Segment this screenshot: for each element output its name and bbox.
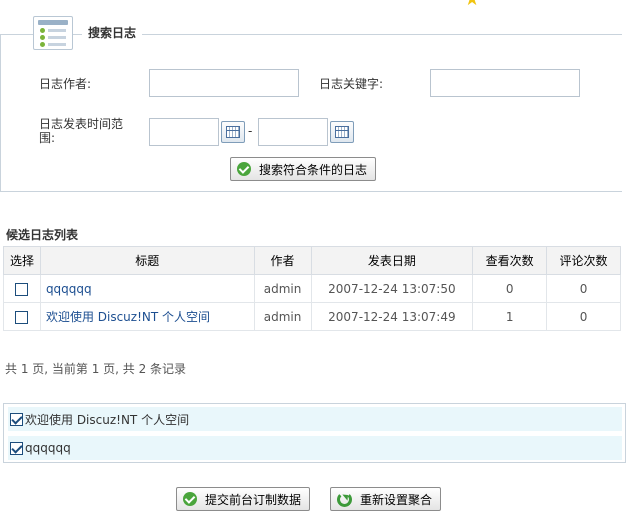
row-date: 2007-12-24 13:07:49	[310, 302, 474, 331]
calendar-end-icon[interactable]	[330, 121, 354, 143]
date-end-input[interactable]	[258, 118, 328, 146]
row-views: 1	[472, 302, 548, 331]
col-title: 标题	[39, 246, 255, 275]
list-icon	[33, 16, 73, 50]
author-label: 日志作者:	[39, 77, 92, 91]
table-row: qqqqqq admin 2007-12-24 13:07:50 0 0	[3, 274, 621, 303]
row-author: admin	[253, 302, 312, 331]
pagination-info: 共 1 页, 当前第 1 页, 共 2 条记录	[5, 362, 187, 376]
selected-item-label: 欢迎使用 Discuz!NT 个人空间	[25, 412, 190, 427]
col-select: 选择	[3, 246, 41, 275]
date-start-input[interactable]	[149, 118, 219, 146]
ok-icon	[237, 162, 251, 176]
keyword-input[interactable]	[430, 69, 580, 97]
selected-checkbox[interactable]	[10, 412, 23, 426]
row-comments: 0	[546, 274, 621, 303]
reset-aggregation-button[interactable]: 重新设置聚合	[330, 487, 442, 511]
row-comments: 0	[546, 302, 621, 331]
list-item[interactable]: qqqqqq	[8, 436, 622, 460]
calendar-start-icon[interactable]	[221, 121, 245, 143]
candidate-table: 选择 标题 作者 发表日期 查看次数 评论次数 qqqqqq admin 200…	[3, 246, 621, 331]
col-author: 作者	[253, 246, 312, 275]
submit-custom-data-button[interactable]: 提交前台订制数据	[176, 487, 311, 511]
keyword-label: 日志关键字:	[319, 77, 384, 91]
table-header: 选择 标题 作者 发表日期 查看次数 评论次数	[3, 246, 621, 275]
selected-item-label: qqqqqq	[25, 441, 71, 455]
refresh-icon	[337, 491, 352, 507]
star-icon: ★	[464, 0, 484, 6]
search-button[interactable]: 搜索符合条件的日志	[230, 157, 377, 181]
col-comments: 评论次数	[546, 246, 621, 275]
reset-button-label: 重新设置聚合	[360, 492, 433, 507]
row-title-link[interactable]: 欢迎使用 Discuz!NT 个人空间	[39, 302, 255, 331]
row-title-link[interactable]: qqqqqq	[39, 274, 255, 303]
row-checkbox[interactable]	[15, 310, 29, 324]
col-date: 发表日期	[310, 246, 474, 275]
table-row: 欢迎使用 Discuz!NT 个人空间 admin 2007-12-24 13:…	[3, 302, 621, 331]
search-panel-title: 搜索日志	[82, 24, 143, 41]
list-item[interactable]: 欢迎使用 Discuz!NT 个人空间	[8, 407, 622, 431]
author-input[interactable]	[149, 69, 299, 97]
ok-icon	[183, 492, 197, 506]
col-views: 查看次数	[472, 246, 548, 275]
search-button-label: 搜索符合条件的日志	[259, 162, 368, 177]
row-date: 2007-12-24 13:07:50	[310, 274, 474, 303]
selected-checkbox[interactable]	[10, 441, 23, 455]
candidate-list-title: 候选日志列表	[6, 228, 79, 242]
row-views: 0	[472, 274, 548, 303]
row-author: admin	[253, 274, 312, 303]
submit-button-label: 提交前台订制数据	[205, 492, 302, 507]
row-checkbox[interactable]	[15, 282, 29, 296]
selected-list: 欢迎使用 Discuz!NT 个人空间 qqqqqq	[3, 403, 626, 463]
date-range-label: 日志发表时间范围:	[39, 117, 124, 145]
date-separator: -	[248, 124, 253, 138]
